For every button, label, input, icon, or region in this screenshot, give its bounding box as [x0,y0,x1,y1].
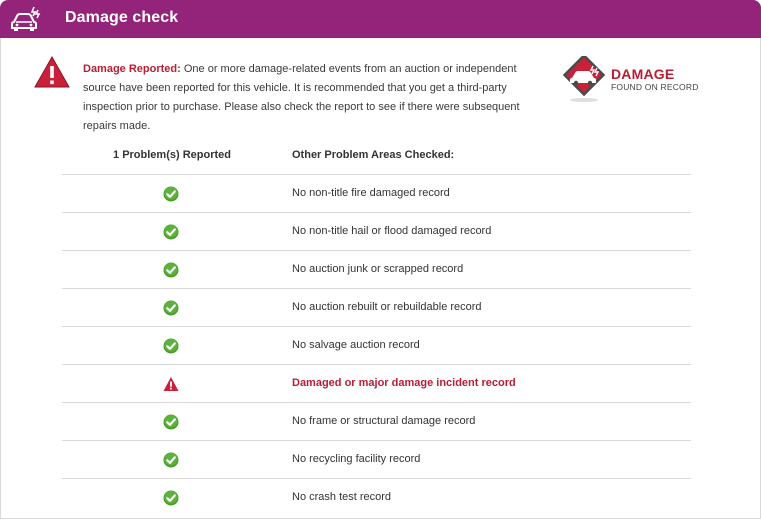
table-row: No non-title hail or flood damaged recor… [62,212,691,250]
check-item-label: No salvage auction record [292,339,420,351]
check-item-label: No frame or structural damage record [292,415,476,427]
badge-title: DAMAGE [611,66,675,82]
check-circle-icon [163,338,179,354]
table-row: No crash test record [62,478,691,516]
damage-check-table: No non-title fire damaged record No non-t… [62,174,691,516]
damage-badge: DAMAGE FOUND ON RECORD [559,56,704,108]
check-item-label: Damaged or major damage incident record [292,377,516,389]
damage-car-icon [562,56,606,102]
check-circle-icon [163,186,179,202]
table-row: No salvage auction record [62,326,691,364]
table-row: No auction junk or scrapped record [62,250,691,288]
check-circle-icon [163,224,179,240]
check-item-label: No auction junk or scrapped record [292,263,464,275]
damage-alert-title: Damage Reported: [83,63,181,75]
warning-triangle-icon [163,377,179,391]
problems-reported-header: 1 Problem(s) Reported [113,149,231,161]
other-areas-header: Other Problem Areas Checked: [292,149,455,161]
table-row: No auction rebuilt or rebuildable record [62,288,691,326]
check-item-label: No auction rebuilt or rebuildable record [292,301,482,313]
check-item-label: No recycling facility record [292,453,421,465]
check-item-label: No non-title fire damaged record [292,187,450,199]
check-circle-icon [163,300,179,316]
check-circle-icon [163,262,179,278]
warning-triangle-icon [34,56,70,88]
table-row: No frame or structural damage record [62,402,691,440]
check-circle-icon [163,490,179,506]
check-item-label: No non-title hail or flood damaged recor… [292,225,492,237]
check-circle-icon [163,452,179,468]
table-row: No recycling facility record [62,440,691,478]
check-circle-icon [163,414,179,430]
damage-alert-message: Damage Reported: One or more damage-rela… [83,60,533,136]
section-header: Damage check [0,0,761,38]
table-row: Damaged or major damage incident record [62,364,691,402]
section-title: Damage check [65,9,179,26]
badge-subtitle: FOUND ON RECORD [611,82,699,92]
car-alert-icon [11,6,41,31]
table-row: No non-title fire damaged record [62,174,691,212]
check-item-label: No crash test record [292,491,392,503]
